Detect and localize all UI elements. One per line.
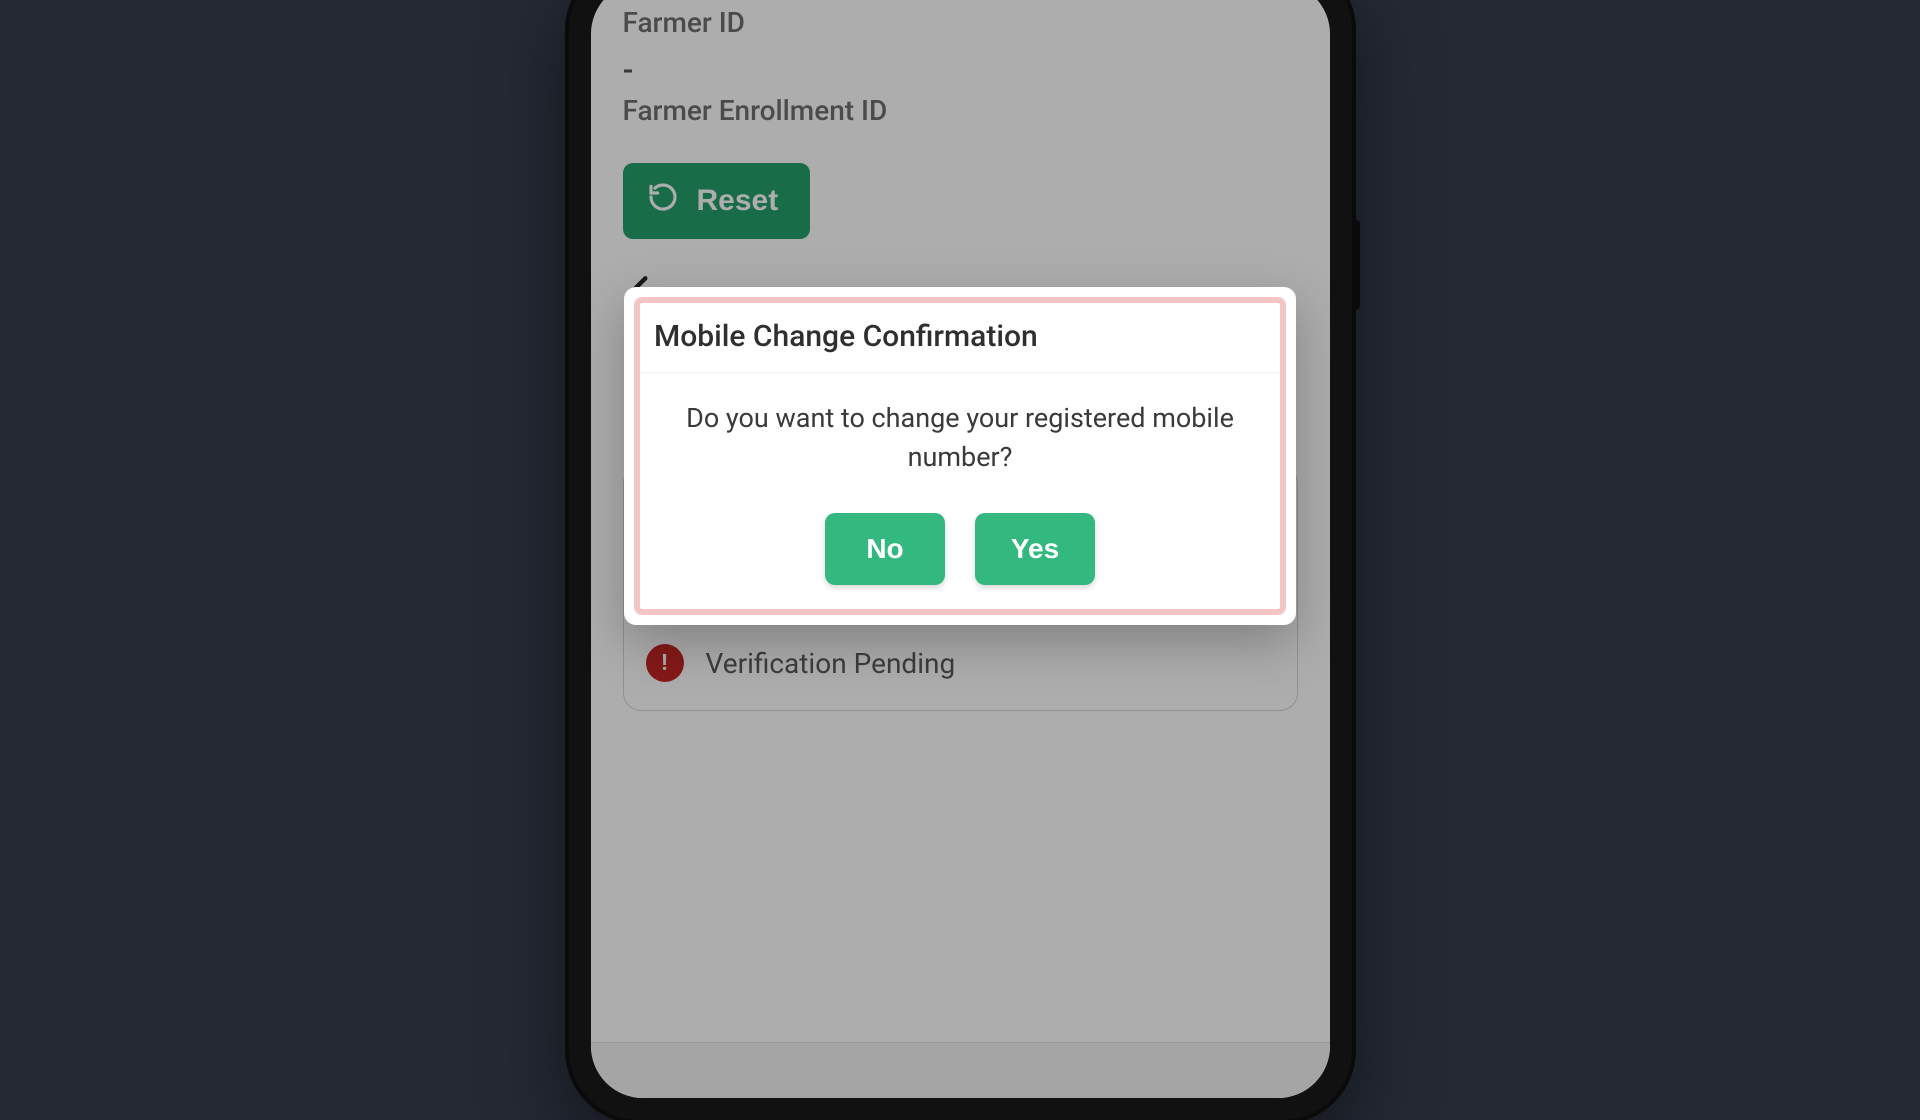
modal-message: Do you want to change your registered mo… (640, 373, 1280, 487)
verification-status: ! Verification Pending (646, 644, 1275, 682)
bottom-bar (591, 1042, 1330, 1098)
no-button[interactable]: No (825, 513, 945, 585)
modal-title: Mobile Change Confirmation (640, 303, 1280, 373)
modal-highlight-border: Mobile Change Confirmation Do you want t… (634, 297, 1286, 615)
confirmation-modal: Mobile Change Confirmation Do you want t… (624, 287, 1296, 625)
phone-side-button (1352, 220, 1360, 310)
alert-icon: ! (646, 644, 684, 682)
farmer-id-label: Farmer ID (623, 6, 1298, 39)
yes-button[interactable]: Yes (975, 513, 1095, 585)
reset-icon (647, 181, 679, 221)
phone-frame: Farmer ID - Farmer Enrollment ID Reset (569, 0, 1352, 1120)
reset-button[interactable]: Reset (623, 163, 811, 239)
farmer-id-value: - (623, 53, 1298, 88)
phone-screen: Farmer ID - Farmer Enrollment ID Reset (591, 0, 1330, 1098)
farmer-enrollment-id-label: Farmer Enrollment ID (623, 94, 1298, 127)
verification-status-text: Verification Pending (706, 647, 956, 680)
reset-button-label: Reset (697, 184, 779, 218)
modal-actions: No Yes (640, 513, 1280, 585)
